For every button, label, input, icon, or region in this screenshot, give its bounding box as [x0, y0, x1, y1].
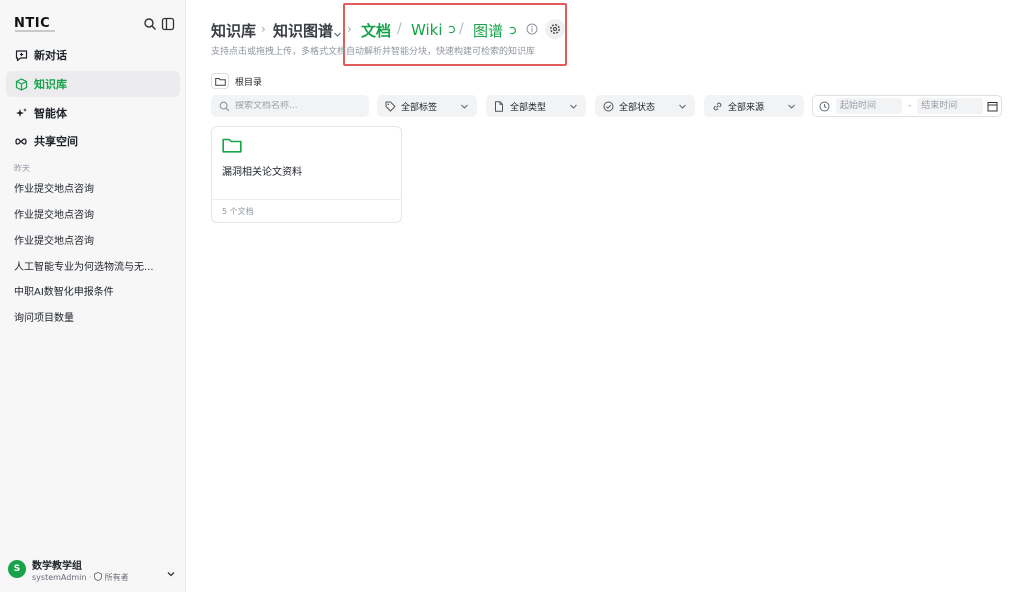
history-section-label: 昨天 — [14, 164, 30, 173]
chat-plus-icon — [14, 48, 28, 62]
app-logo[interactable]: NTIC — [14, 16, 50, 31]
sidebar: NTIC 新对话 知识库 智能体 共享空间 昨天 作业提交地点咨询 作业提交地点… — [0, 0, 186, 592]
sidebar-item-agents[interactable]: 智能体 — [6, 100, 180, 126]
check-circle-icon — [603, 101, 614, 112]
root-directory-label: 根目录 — [235, 77, 263, 88]
document-icon — [494, 100, 505, 112]
filter-types-select[interactable]: 全部类型 — [486, 95, 586, 117]
user-role: 所有者 — [104, 573, 129, 582]
shield-icon — [94, 572, 103, 583]
start-date-input[interactable] — [836, 98, 902, 114]
history-item[interactable]: 中职AI数智化申报条件 — [14, 283, 174, 298]
search-box[interactable] — [211, 95, 369, 117]
filter-source-select[interactable]: 全部来源 — [704, 95, 804, 117]
page-subtitle: 支持点击或拖拽上传，多格式文档自动解析并智能分块，快速构建可检索的知识库 — [211, 47, 536, 57]
sidebar-item-label: 共享空间 — [34, 135, 78, 148]
sidebar-item-label: 智能体 — [34, 107, 67, 120]
chevron-down-icon[interactable] — [333, 24, 342, 43]
chevron-down-icon — [787, 102, 796, 111]
folder-card[interactable]: 漏洞相关论文资料 5 个文档 — [211, 126, 402, 223]
filter-status-label: 全部状态 — [619, 102, 656, 113]
main-content: 知识库 › 知识图谱 › 文档 / Wiki / 图谱 支持点击或拖拽上传，多格… — [187, 0, 1024, 592]
infinity-icon — [14, 134, 28, 148]
filter-source-label: 全部来源 — [728, 102, 765, 113]
search-input[interactable] — [235, 101, 365, 111]
sidebar-toggle-icon[interactable] — [161, 16, 175, 31]
cube-icon — [14, 77, 28, 91]
chevron-down-icon — [460, 102, 469, 111]
history-item[interactable]: 询问项目数量 — [14, 309, 174, 324]
user-account: systemAdmin — [32, 573, 87, 582]
root-directory-breadcrumb[interactable]: 根目录 — [211, 72, 262, 90]
sparkle-icon — [14, 106, 28, 120]
folder-card-title: 漏洞相关论文资料 — [222, 167, 302, 178]
date-range-picker[interactable]: - — [812, 95, 1002, 117]
avatar: S — [8, 560, 26, 578]
chevron-down-icon — [569, 102, 578, 111]
sidebar-item-new-chat[interactable]: 新对话 — [6, 42, 180, 68]
history-item[interactable]: 作业提交地点咨询 — [14, 206, 174, 221]
breadcrumb-knowledge-graph[interactable]: 知识图谱 — [273, 20, 333, 41]
history-item[interactable]: 作业提交地点咨询 — [14, 180, 174, 195]
filter-tags-label: 全部标签 — [401, 102, 438, 113]
folder-card-doc-count: 5 个文档 — [212, 199, 401, 223]
user-meta: systemAdmin · 所有者 — [32, 572, 129, 583]
search-icon — [219, 101, 230, 112]
breadcrumb-knowledge-base[interactable]: 知识库 — [211, 20, 256, 41]
breadcrumb-separator-icon: › — [261, 22, 266, 36]
filter-tags-select[interactable]: 全部标签 — [377, 95, 477, 117]
chevron-down-icon — [678, 102, 687, 111]
filter-types-label: 全部类型 — [510, 102, 547, 113]
date-range-separator: - — [908, 101, 912, 111]
user-name: 数学教学组 — [32, 561, 82, 572]
link-icon — [712, 101, 723, 112]
history-item[interactable]: 作业提交地点咨询 — [14, 232, 174, 247]
folder-icon — [222, 137, 242, 153]
filter-status-select[interactable]: 全部状态 — [595, 95, 695, 117]
folder-icon — [211, 73, 229, 89]
user-profile[interactable]: S 数学教学组 systemAdmin · 所有者 — [8, 554, 180, 586]
sidebar-item-label: 知识库 — [34, 78, 67, 91]
clock-icon — [819, 101, 830, 112]
logo-tagline-decoration — [15, 30, 55, 32]
end-date-input[interactable] — [917, 98, 984, 114]
sidebar-item-knowledge-base[interactable]: 知识库 — [6, 71, 180, 97]
sidebar-item-shared-space[interactable]: 共享空间 — [6, 128, 180, 154]
sidebar-item-label: 新对话 — [34, 49, 67, 62]
history-item[interactable]: 人工智能专业为何选物流与无... — [14, 258, 174, 273]
calendar-icon[interactable] — [987, 101, 998, 112]
search-icon[interactable] — [143, 16, 157, 30]
chevron-down-icon[interactable] — [166, 564, 176, 577]
tag-icon — [385, 101, 396, 112]
